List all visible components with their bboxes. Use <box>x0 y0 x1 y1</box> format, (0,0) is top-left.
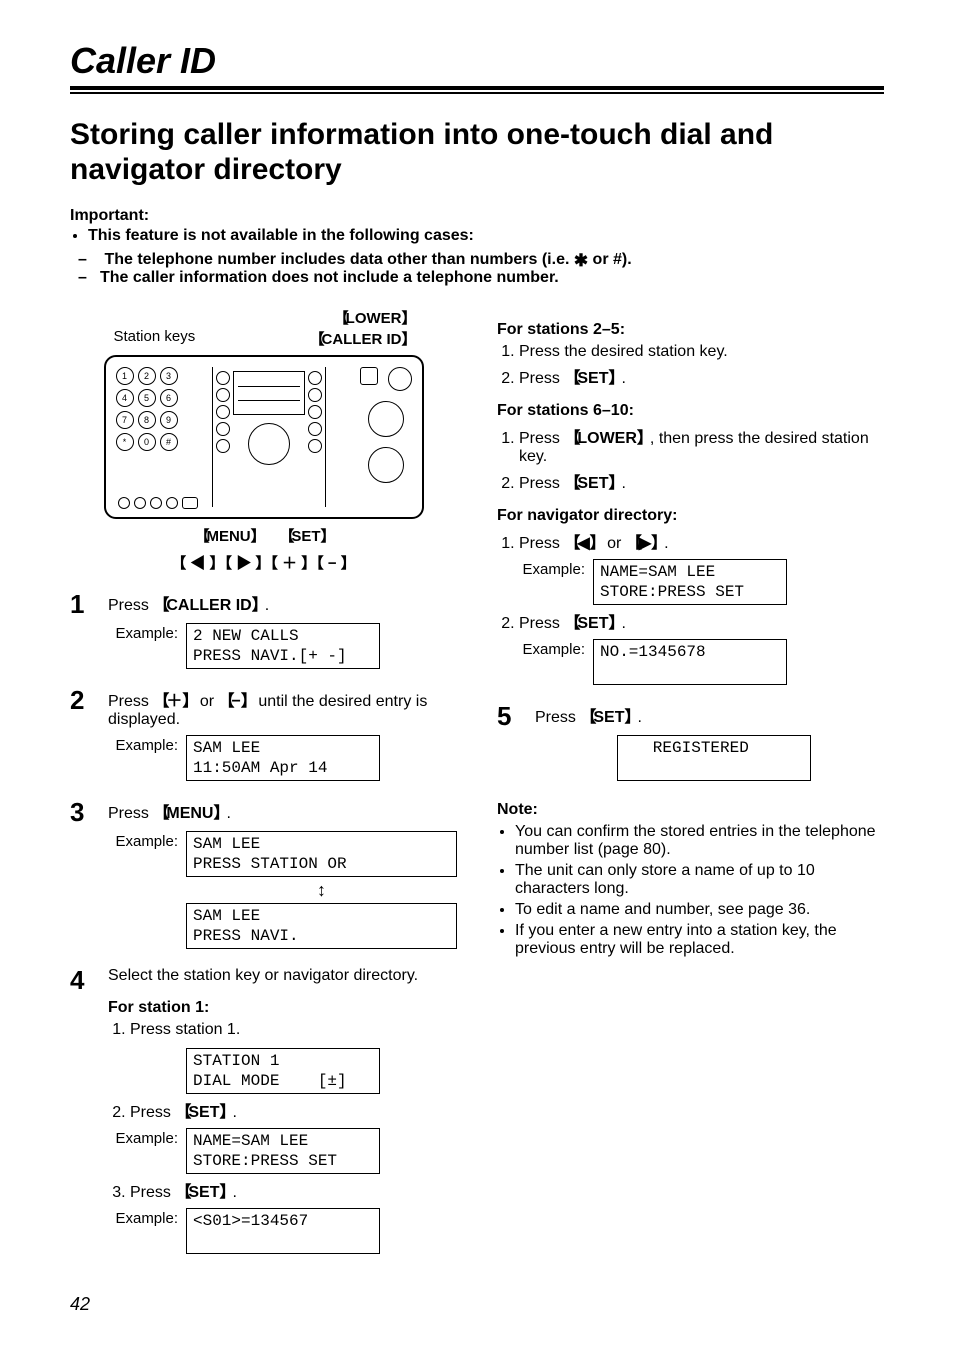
st1-3: Press SET. <box>130 1178 457 1202</box>
left-column: LOWER Station keys CALLER ID 1 2 3 4 5 6… <box>70 307 457 1254</box>
lower-key-label: LOWER <box>334 310 414 327</box>
kp-hash: # <box>160 433 178 451</box>
display-nav-1: NAME=SAM LEE STORE:PRESS SET <box>593 559 787 605</box>
kp-6: 6 <box>160 389 178 407</box>
for-nav-dir: For navigator directory: <box>497 507 884 525</box>
callerid-button <box>388 367 412 391</box>
step-1-num: 1 <box>70 591 96 617</box>
set-key: SET <box>580 709 637 726</box>
large-button-1 <box>368 401 404 437</box>
example-label: Example: <box>110 1130 178 1147</box>
left-key: ◀ <box>564 535 602 552</box>
updown-icon: ↕ <box>186 881 457 899</box>
right-key: ▶ <box>626 535 664 552</box>
section-title: Caller ID <box>70 40 884 82</box>
kp-1: 1 <box>116 367 134 385</box>
plus-key: ＋ <box>153 693 195 710</box>
example-label: Example: <box>517 561 585 578</box>
display-s5: REGISTERED <box>617 735 811 781</box>
note-4: If you enter a new entry into a station … <box>515 922 884 958</box>
right-column: For stations 2–5: Press the desired stat… <box>497 307 884 961</box>
set-key: SET <box>175 1104 232 1121</box>
example-label: Example: <box>110 625 178 642</box>
set-key-label: SET <box>279 528 332 545</box>
menu-key: MENU <box>153 805 226 822</box>
nav-pad <box>248 423 290 465</box>
st25-1: Press the desired station key. <box>519 343 884 361</box>
display-s4c: <S01>=134567 <box>186 1208 380 1254</box>
display-s2: SAM LEE 11:50AM Apr 14 <box>186 735 380 781</box>
important-dash-1: The telephone number includes data other… <box>100 249 884 269</box>
display-s1: 2 NEW CALLS PRESS NAVI.[+ -] <box>186 623 380 669</box>
kp-0: 0 <box>138 433 156 451</box>
st25-2: Press SET. <box>519 364 884 388</box>
kp-2: 2 <box>138 367 156 385</box>
divider-thin <box>70 92 884 94</box>
star-icon: ✱ <box>574 251 588 270</box>
example-label: Example: <box>110 1210 178 1227</box>
kp-4: 4 <box>116 389 134 407</box>
kp-9: 9 <box>160 411 178 429</box>
for-stations-2-5: For stations 2–5: <box>497 321 884 339</box>
display-s4a: STATION 1 DIAL MODE [±] <box>186 1048 380 1094</box>
kp-5: 5 <box>138 389 156 407</box>
step-5-num: 5 <box>497 703 523 729</box>
step-3-num: 3 <box>70 799 96 825</box>
callerid-key-label: CALLER ID <box>309 331 413 348</box>
important-label: Important: <box>70 207 884 225</box>
minus-key: − <box>219 693 254 710</box>
st1-2: Press SET. <box>130 1098 457 1122</box>
important-dash-2: The caller information does not include … <box>100 269 884 287</box>
lower-key: LOWER <box>564 430 650 447</box>
callerid-key: CALLER ID <box>153 597 264 614</box>
nav-icons-label: 【 ◀ 】【 ▶ 】【 ＋ 】【 − 】 <box>104 552 424 573</box>
station-keys-label: Station keys <box>114 328 196 349</box>
device-diagram: LOWER Station keys CALLER ID 1 2 3 4 5 6… <box>104 307 424 573</box>
kp-7: 7 <box>116 411 134 429</box>
device-screen <box>233 371 305 415</box>
lower-button <box>360 367 378 385</box>
note-2: The unit can only store a name of up to … <box>515 862 884 898</box>
step-4-num: 4 <box>70 967 96 993</box>
set-key: SET <box>564 475 621 492</box>
for-stations-6-10: For stations 6–10: <box>497 402 884 420</box>
note-3: To edit a name and number, see page 36. <box>515 901 884 919</box>
display-s3b: SAM LEE PRESS NAVI. <box>186 903 457 949</box>
set-key: SET <box>175 1184 232 1201</box>
note-1: You can confirm the stored entries in th… <box>515 823 884 859</box>
keypad: 1 2 3 4 5 6 7 8 9 * 0 # <box>116 367 178 451</box>
st610-2: Press SET. <box>519 469 884 493</box>
step-4-text: Select the station key or navigator dire… <box>108 967 457 985</box>
display-nav-2: NO.=1345678 <box>593 639 787 685</box>
display-s3a: SAM LEE PRESS STATION OR <box>186 831 457 877</box>
st1-1: Press station 1. <box>130 1021 457 1039</box>
st610-1: Press LOWER, then press the desired stat… <box>519 424 884 466</box>
divider-thick <box>70 86 884 90</box>
page-number: 42 <box>70 1294 884 1315</box>
nav-1: Press ◀ or ▶. <box>519 529 884 553</box>
device-box: 1 2 3 4 5 6 7 8 9 * 0 # <box>104 355 424 519</box>
step-2-num: 2 <box>70 687 96 713</box>
bottom-buttons <box>118 497 198 509</box>
note-head: Note: <box>497 801 884 819</box>
set-key: SET <box>564 615 621 632</box>
kp-8: 8 <box>138 411 156 429</box>
set-key: SET <box>564 370 621 387</box>
large-button-2 <box>368 447 404 483</box>
example-label: Example: <box>517 641 585 658</box>
important-bullet: This feature is not available in the fol… <box>88 227 884 245</box>
kp-star: * <box>116 433 134 451</box>
kp-3: 3 <box>160 367 178 385</box>
page-heading: Storing caller information into one-touc… <box>70 118 884 187</box>
menu-key-label: MENU <box>194 528 262 545</box>
example-label: Example: <box>110 833 178 850</box>
example-label: Example: <box>110 737 178 754</box>
for-station-1: For station 1: <box>108 999 457 1017</box>
nav-2: Press SET. <box>519 609 884 633</box>
display-s4b: NAME=SAM LEE STORE:PRESS SET <box>186 1128 380 1174</box>
